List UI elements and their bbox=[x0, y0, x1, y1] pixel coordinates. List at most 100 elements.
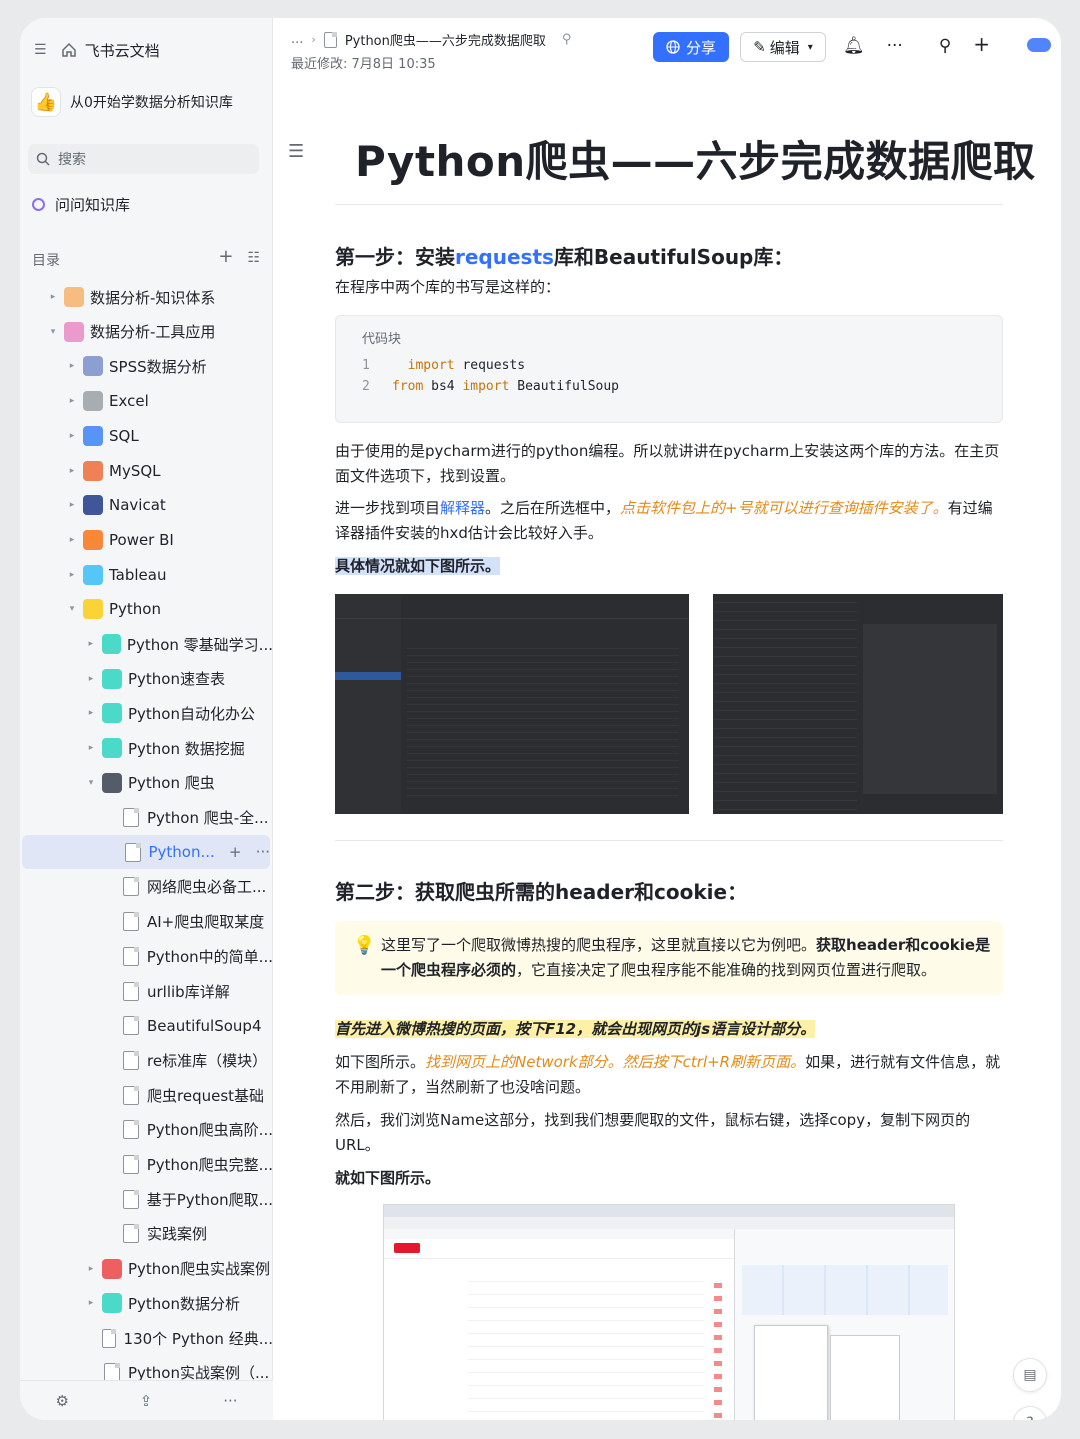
line-number: 2 bbox=[362, 379, 370, 394]
sidebar-footer: ⚙ ⇪ ··· bbox=[20, 1380, 273, 1420]
sidebar-item[interactable]: ▸ SPSS数据分析 bbox=[20, 349, 273, 383]
sidebar-item[interactable]: ▸ Python数据分析 bbox=[20, 1286, 273, 1320]
chevron-right-icon[interactable]: ▸ bbox=[84, 708, 98, 718]
doc-icon bbox=[122, 1120, 139, 1140]
code-block-label: 代码块 bbox=[362, 332, 402, 347]
collapse-sidebar-icon[interactable]: ☰ bbox=[34, 42, 47, 58]
sidebar-item[interactable]: AI+爬虫爬取某度 bbox=[20, 905, 273, 939]
sidebar-item[interactable]: ▾ 数据分析-工具应用 bbox=[20, 315, 273, 349]
text: 。之后在所选框中， bbox=[485, 499, 621, 517]
breadcrumb-title[interactable]: Python爬虫——六步完成数据爬取 bbox=[345, 30, 546, 49]
chevron-right-icon[interactable]: ▸ bbox=[84, 743, 98, 753]
chevron-right-icon[interactable]: ▸ bbox=[84, 1264, 98, 1274]
pin-icon[interactable]: ⚲ bbox=[562, 32, 572, 47]
app-window: ☰ 飞书云文档 👍 从0开始学数据分析知识库 搜索 问问知识库 目录 + ☷ ▸… bbox=[20, 18, 1061, 1420]
sidebar-item[interactable]: ▸ Power BI bbox=[20, 523, 273, 557]
sidebar: ☰ 飞书云文档 👍 从0开始学数据分析知识库 搜索 问问知识库 目录 + ☷ ▸… bbox=[20, 18, 273, 1420]
chevron-right-icon[interactable]: ▸ bbox=[84, 639, 98, 649]
more-actions-icon[interactable]: ··· bbox=[887, 36, 903, 56]
ask-knowledge-base[interactable]: 问问知识库 bbox=[32, 194, 130, 215]
chevron-right-icon[interactable]: ▸ bbox=[65, 500, 79, 510]
doc-icon bbox=[123, 1224, 139, 1244]
highlight-text: 点击软件包上的+号就可以进行查询插件安装了。 bbox=[620, 499, 948, 517]
sidebar-item[interactable]: Python中的简单... bbox=[20, 939, 273, 973]
sidebar-item[interactable]: 130个 Python 经典... bbox=[20, 1321, 273, 1355]
code-block[interactable]: 代码块 1 import requests 2 from bs4 import B… bbox=[335, 315, 1003, 423]
sidebar-item[interactable]: ▸ Navicat bbox=[20, 488, 273, 522]
teal-doc-icon bbox=[102, 668, 122, 689]
sidebar-item-label: urllib库详解 bbox=[147, 982, 230, 1001]
sidebar-item[interactable]: urllib库详解 bbox=[20, 974, 273, 1008]
dolphin-icon bbox=[83, 460, 103, 481]
sidebar-item[interactable]: 基于Python爬取... bbox=[20, 1182, 273, 1216]
bell-icon[interactable]: 🔔︎ bbox=[843, 36, 865, 56]
sidebar-item-label: Power BI bbox=[109, 530, 174, 549]
sidebar-item-label: 数据分析-知识体系 bbox=[90, 288, 216, 307]
chevron-right-icon[interactable]: ▸ bbox=[65, 396, 79, 406]
header-actions: 🔔︎ ··· ⚲ + bbox=[843, 34, 990, 56]
doc-icon bbox=[123, 1085, 139, 1105]
sidebar-item[interactable]: ▾ Python 爬虫 bbox=[20, 766, 273, 800]
sidebar-item-label: Python速查表 bbox=[128, 670, 225, 689]
sidebar-item[interactable]: ▸ Python速查表 bbox=[20, 662, 273, 696]
chevron-right-icon[interactable]: ▸ bbox=[84, 674, 98, 684]
sidebar-item[interactable]: Python 爬虫-全... bbox=[20, 801, 273, 835]
help-icon[interactable]: ? bbox=[1013, 1406, 1047, 1420]
knowledge-base-name: 从0开始学数据分析知识库 bbox=[70, 95, 233, 111]
search-doc-icon[interactable]: ⚲ bbox=[939, 36, 951, 56]
chevron-right-icon[interactable]: ▸ bbox=[46, 292, 60, 302]
search-box[interactable]: 搜索 bbox=[28, 144, 259, 174]
sidebar-item[interactable]: ▸ Python 零基础学习... bbox=[20, 627, 273, 661]
sidebar-top: ☰ 飞书云文档 bbox=[34, 38, 160, 62]
sidebar-item[interactable]: ▸ 数据分析-知识体系 bbox=[20, 280, 273, 314]
doc-info-icon[interactable]: ▤ bbox=[1013, 1358, 1047, 1392]
doc-icon bbox=[323, 31, 337, 48]
add-new-icon[interactable]: + bbox=[973, 34, 990, 56]
sidebar-item[interactable]: 网络爬虫必备工... bbox=[20, 870, 273, 904]
chevron-right-icon[interactable]: ▸ bbox=[65, 466, 79, 476]
chevron-down-icon[interactable]: ▾ bbox=[46, 327, 60, 337]
sidebar-item[interactable]: ▸ Python自动化办公 bbox=[20, 696, 273, 730]
sidebar-item[interactable]: Python... + ··· bbox=[22, 835, 270, 870]
share-out-icon[interactable]: ⇪ bbox=[140, 1392, 153, 1410]
sidebar-item[interactable]: ▸ Excel bbox=[20, 384, 273, 418]
outline-icon[interactable]: ☰ bbox=[288, 141, 304, 162]
chevron-right-icon[interactable]: ▸ bbox=[65, 570, 79, 580]
sidebar-item[interactable]: ▸ SQL bbox=[20, 419, 273, 453]
breadcrumb-ellipsis[interactable]: ... bbox=[291, 32, 303, 47]
chevron-right-icon[interactable]: ▸ bbox=[84, 1298, 98, 1308]
sidebar-item-label: 网络爬虫必备工... bbox=[147, 878, 267, 897]
edit-button[interactable]: ✎ 编辑 ▾ bbox=[740, 32, 826, 62]
chevron-right-icon[interactable]: ▸ bbox=[65, 431, 79, 441]
share-button[interactable]: 分享 bbox=[653, 32, 729, 62]
chevron-down-icon[interactable]: ▾ bbox=[84, 778, 98, 788]
requests-link[interactable]: requests bbox=[455, 245, 554, 269]
home-link[interactable]: 飞书云文档 bbox=[61, 40, 160, 61]
sidebar-item[interactable]: BeautifulSoup4 bbox=[20, 1009, 273, 1043]
sidebar-item-label: BeautifulSoup4 bbox=[147, 1016, 262, 1035]
spider-icon bbox=[102, 772, 122, 793]
interpreter-link[interactable]: 解释器 bbox=[440, 499, 485, 517]
sidebar-item[interactable]: Python爬虫高阶... bbox=[20, 1113, 273, 1147]
chevron-down-icon[interactable]: ▾ bbox=[65, 604, 79, 614]
item-actions[interactable]: + ··· bbox=[229, 843, 270, 861]
section-divider bbox=[335, 840, 1003, 841]
add-icon[interactable]: + bbox=[218, 248, 233, 270]
sidebar-item[interactable]: Python爬虫完整... bbox=[20, 1148, 273, 1182]
sidebar-item[interactable]: 爬虫request基础 bbox=[20, 1078, 273, 1112]
sidebar-item[interactable]: re标准库（模块） bbox=[20, 1043, 273, 1077]
more-icon[interactable]: ··· bbox=[223, 1392, 237, 1410]
sidebar-item[interactable]: ▸ Tableau bbox=[20, 558, 273, 592]
chevron-right-icon[interactable]: ▸ bbox=[65, 535, 79, 545]
target-icon bbox=[102, 1258, 122, 1279]
knowledge-base-title[interactable]: 👍 从0开始学数据分析知识库 bbox=[32, 88, 233, 116]
list-settings-icon[interactable]: ☷ bbox=[247, 250, 260, 270]
spss-icon bbox=[83, 356, 103, 377]
sidebar-item[interactable]: ▾ Python bbox=[20, 592, 273, 626]
sidebar-item[interactable]: ▸ Python爬虫实战案例 bbox=[20, 1252, 273, 1286]
sidebar-item[interactable]: 实践案例 bbox=[20, 1217, 273, 1251]
chevron-right-icon[interactable]: ▸ bbox=[65, 361, 79, 371]
settings-icon[interactable]: ⚙ bbox=[55, 1392, 68, 1410]
sidebar-item[interactable]: ▸ Python 数据挖掘 bbox=[20, 731, 273, 765]
sidebar-item[interactable]: ▸ MySQL bbox=[20, 454, 273, 488]
